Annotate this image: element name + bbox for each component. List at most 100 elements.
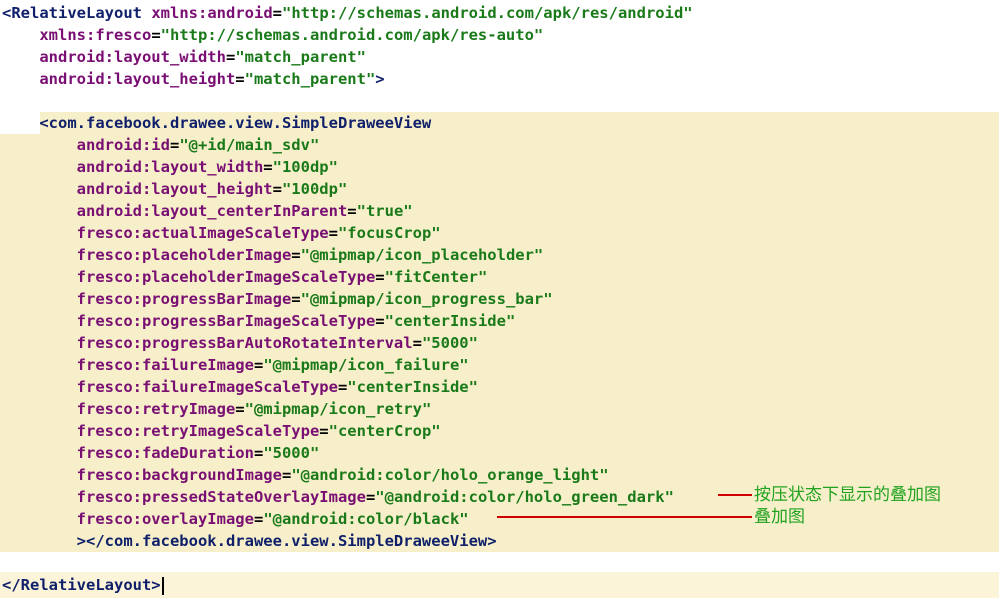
code-text: fresco:progressBarAutoRotateInterval="50… xyxy=(2,332,478,354)
code-line[interactable]: fresco:failureImageScaleType="centerInsi… xyxy=(0,376,999,398)
code-line[interactable]: android:layout_width="100dp" xyxy=(0,156,999,178)
code-token: "5000" xyxy=(421,334,478,352)
code-token: "@+id/main_sdv" xyxy=(179,136,320,154)
code-token: = xyxy=(272,180,282,198)
code-line[interactable]: fresco:backgroundImage="@android:color/h… xyxy=(0,464,999,486)
code-text: fresco:retryImage="@mipmap/icon_retry" xyxy=(2,398,432,420)
code-token: fresco:placeholderImage xyxy=(76,246,292,264)
code-line[interactable]: fresco:retryImage="@mipmap/icon_retry" xyxy=(0,398,999,420)
code-line[interactable]: android:layout_height="match_parent"> xyxy=(0,68,999,90)
code-text: android:layout_centerInParent="true" xyxy=(2,200,413,222)
text-cursor xyxy=(161,576,164,595)
code-token: fresco:retryImage xyxy=(76,400,236,418)
code-line[interactable]: fresco:fadeDuration="5000" xyxy=(0,442,999,464)
code-line[interactable]: </RelativeLayout> xyxy=(0,574,999,596)
code-line[interactable] xyxy=(0,90,999,112)
code-text: ></com.facebook.drawee.view.SimpleDrawee… xyxy=(2,530,497,552)
annotation-arrow-overlay xyxy=(497,516,752,518)
code-text: </RelativeLayout> xyxy=(2,574,164,596)
code-line[interactable]: xmlns:fresco="http://schemas.android.com… xyxy=(0,24,999,46)
code-token: xmlns:android xyxy=(151,4,273,22)
code-text: <com.facebook.drawee.view.SimpleDraweeVi… xyxy=(2,112,431,134)
code-line[interactable]: ></com.facebook.drawee.view.SimpleDrawee… xyxy=(0,530,999,552)
code-text: android:id="@+id/main_sdv" xyxy=(2,134,320,156)
code-token: "true" xyxy=(356,202,413,220)
code-token: ></com.facebook.drawee.view.SimpleDrawee… xyxy=(76,532,497,550)
code-text: fresco:backgroundImage="@android:color/h… xyxy=(2,464,609,486)
code-token: = xyxy=(253,444,264,462)
code-text: fresco:pressedStateOverlayImage="@androi… xyxy=(2,486,674,508)
code-line[interactable]: <RelativeLayout xmlns:android="http://sc… xyxy=(0,2,999,24)
code-token: fresco:fadeDuration xyxy=(76,444,254,462)
code-text: fresco:retryImageScaleType="centerCrop" xyxy=(2,420,441,442)
code-token: android:id xyxy=(76,136,170,154)
code-token: = xyxy=(253,510,264,528)
code-line[interactable]: android:layout_width="match_parent" xyxy=(0,46,999,68)
code-line[interactable]: android:layout_centerInParent="true" xyxy=(0,200,999,222)
code-token: = xyxy=(328,224,338,242)
code-token: android:layout_centerInParent xyxy=(76,202,348,220)
code-token: = xyxy=(225,48,236,66)
code-token: "@mipmap/icon_failure" xyxy=(263,356,469,374)
code-token: android:layout_height xyxy=(76,180,273,198)
code-token: android:layout_width xyxy=(76,158,264,176)
code-line[interactable] xyxy=(0,552,999,574)
code-line[interactable]: fresco:retryImageScaleType="centerCrop" xyxy=(0,420,999,442)
code-token: fresco:pressedStateOverlayImage xyxy=(76,488,366,506)
code-token: fresco:progressBarAutoRotateInterval xyxy=(76,334,413,352)
code-token: fresco:placeholderImageScaleType xyxy=(76,268,376,286)
code-token: = xyxy=(291,246,301,264)
code-line[interactable]: fresco:progressBarImageScaleType="center… xyxy=(0,310,999,332)
code-token: <com.facebook.drawee.view.SimpleDraweeVi… xyxy=(39,114,432,132)
code-text: android:layout_width="match_parent" xyxy=(2,46,366,68)
code-text: fresco:fadeDuration="5000" xyxy=(2,442,320,464)
code-text: fresco:failureImageScaleType="centerInsi… xyxy=(2,376,478,398)
code-line[interactable]: fresco:actualImageScaleType="focusCrop" xyxy=(0,222,999,244)
code-line[interactable]: android:layout_height="100dp" xyxy=(0,178,999,200)
code-text: fresco:actualImageScaleType="focusCrop" xyxy=(2,222,441,244)
code-line[interactable]: fresco:overlayImage="@android:color/blac… xyxy=(0,508,999,530)
code-token: < xyxy=(2,4,12,22)
code-line[interactable]: android:id="@+id/main_sdv" xyxy=(0,134,999,156)
code-token: "@android:color/holo_green_dark" xyxy=(375,488,674,506)
code-token: fresco:progressBarImage xyxy=(76,290,292,308)
code-token: = xyxy=(281,466,292,484)
code-token: "centerCrop" xyxy=(328,422,441,440)
code-token: "fitCenter" xyxy=(384,268,488,286)
code-line[interactable]: fresco:placeholderImageScaleType="fitCen… xyxy=(0,266,999,288)
code-token: "http://schemas.android.com/apk/res-auto… xyxy=(160,26,544,44)
code-text: android:layout_height="match_parent"> xyxy=(2,68,384,90)
code-line[interactable]: fresco:progressBarImage="@mipmap/icon_pr… xyxy=(0,288,999,310)
code-token: fresco:overlayImage xyxy=(76,510,254,528)
code-token: android:layout_width xyxy=(39,48,226,66)
code-token: fresco:actualImageScaleType xyxy=(76,224,329,242)
code-token: = xyxy=(319,422,329,440)
code-token: fresco:failureImageScaleType xyxy=(76,378,338,396)
code-line[interactable]: fresco:placeholderImage="@mipmap/icon_pl… xyxy=(0,244,999,266)
code-text: xmlns:fresco="http://schemas.android.com… xyxy=(2,24,543,46)
code-token: = xyxy=(375,268,385,286)
code-line[interactable]: fresco:failureImage="@mipmap/icon_failur… xyxy=(0,354,999,376)
annotation-arrow-pressed-overlay xyxy=(718,494,752,496)
code-editor[interactable]: <RelativeLayout xmlns:android="http://sc… xyxy=(0,0,999,598)
code-line[interactable]: <com.facebook.drawee.view.SimpleDraweeVi… xyxy=(0,112,999,134)
code-line[interactable]: fresco:progressBarAutoRotateInterval="50… xyxy=(0,332,999,354)
